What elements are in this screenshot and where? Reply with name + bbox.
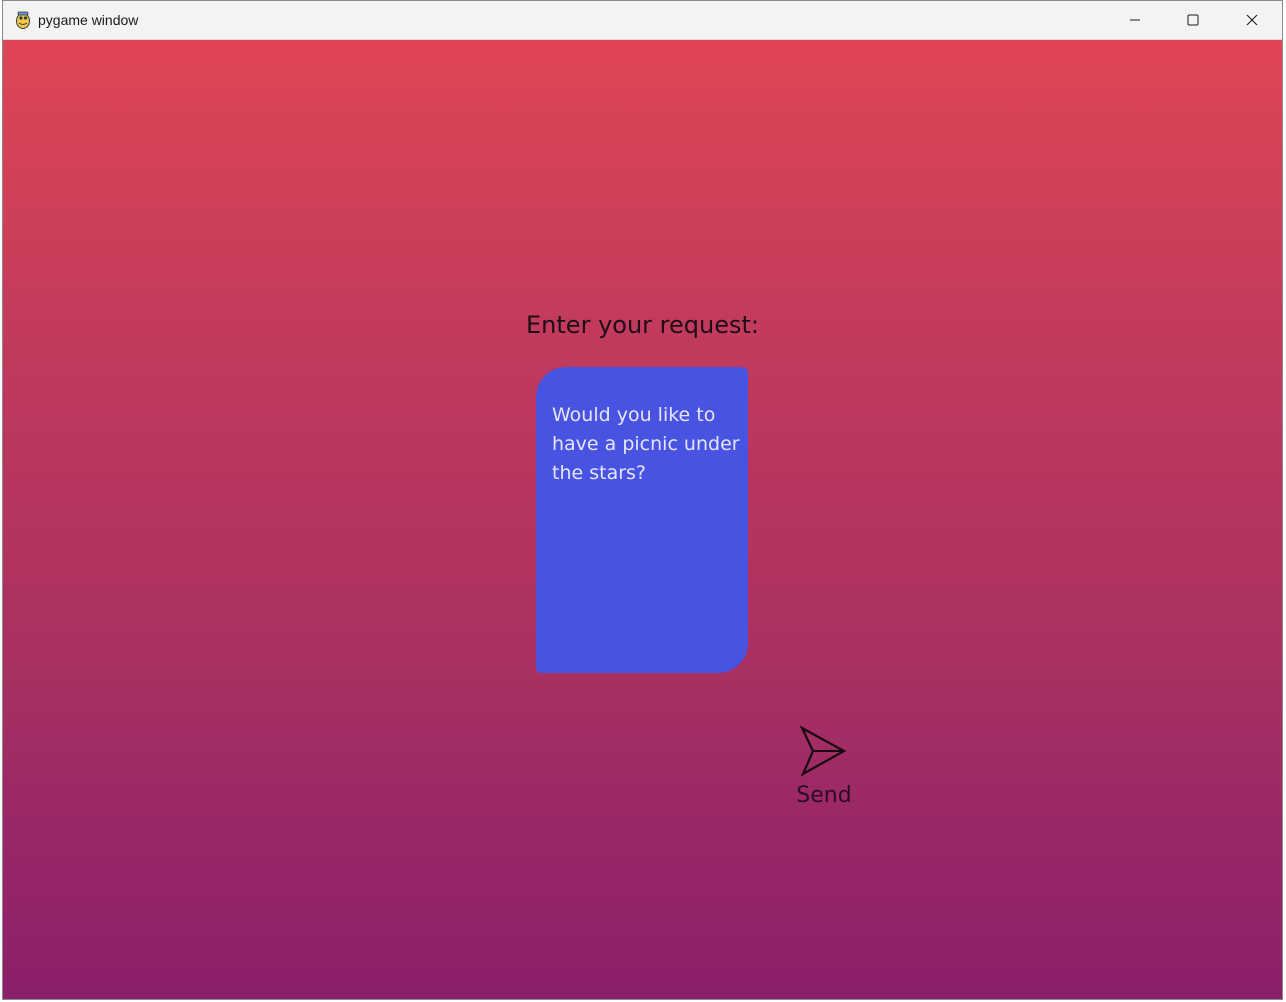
minimize-button[interactable] — [1106, 1, 1164, 39]
maximize-button[interactable] — [1164, 1, 1222, 39]
send-button-label[interactable]: Send — [789, 783, 859, 808]
prompt-label: Enter your request: — [3, 311, 1282, 339]
paper-plane-icon[interactable] — [799, 724, 847, 778]
minimize-icon — [1130, 19, 1140, 21]
game-canvas: Enter your request: Would you like to ha… — [3, 40, 1282, 999]
pygame-snake-icon — [16, 11, 30, 29]
request-text-box[interactable]: Would you like to have a picnic under th… — [536, 367, 748, 673]
close-icon — [1246, 14, 1258, 26]
maximize-icon — [1187, 14, 1199, 26]
window-title: pygame window — [38, 12, 139, 28]
title-bar[interactable]: pygame window — [3, 1, 1282, 40]
app-window: pygame window Enter your request: Would … — [2, 0, 1283, 1000]
close-button[interactable] — [1223, 1, 1281, 39]
prompt-label-text: Enter your request: — [526, 311, 759, 339]
